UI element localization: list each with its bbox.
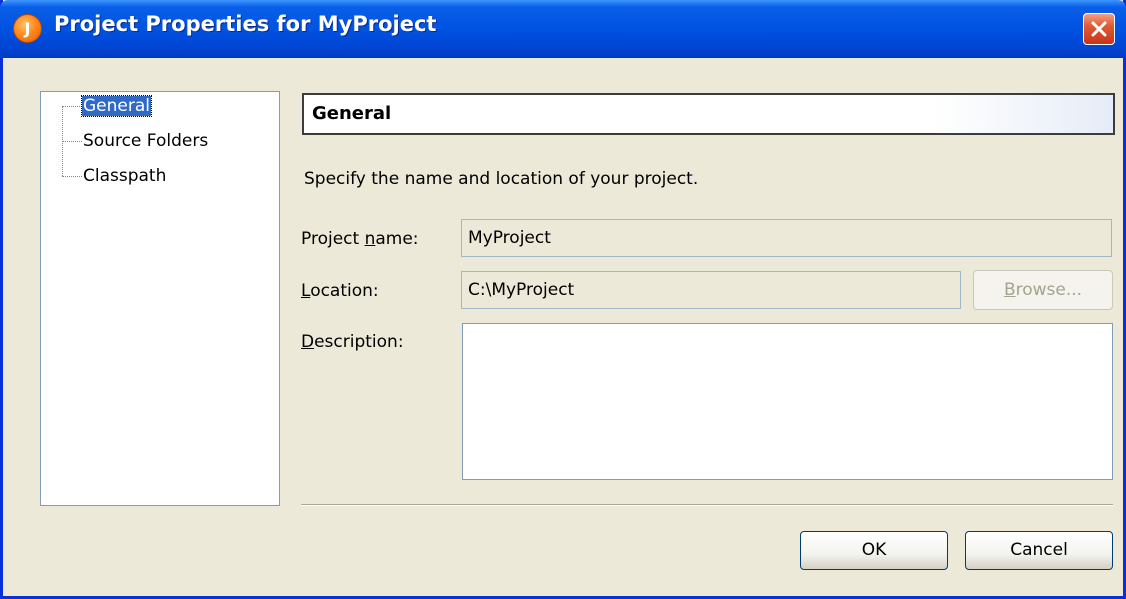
tree-item-label: Source Folders [83,131,209,151]
tree-connector [62,176,82,177]
description-textarea[interactable] [462,323,1113,480]
tree-item-classpath[interactable]: Classpath [83,165,166,189]
tree-item-general[interactable]: General [81,95,152,119]
close-button[interactable] [1083,13,1115,45]
location-label: Location: [301,281,379,301]
ok-button[interactable]: OK [800,531,948,570]
project-name-label: Project name: [301,229,419,249]
java-app-icon: J [13,14,42,43]
window-title: Project Properties for MyProject [54,12,437,36]
tree-item-source-folders[interactable]: Source Folders [83,130,208,154]
title-bar[interactable]: J Project Properties for MyProject [0,0,1126,58]
panel-description: Specify the name and location of your pr… [304,169,699,189]
tree-item-label: General [81,95,152,117]
project-properties-dialog: J Project Properties for MyProject Gener… [0,0,1126,599]
category-tree[interactable]: General Source Folders Classpath [40,91,280,506]
tree-item-label: Classpath [83,166,167,186]
panel-header: General [302,93,1115,135]
description-label: Description: [301,332,404,352]
panel-title: General [312,103,392,124]
tree-connector [62,141,82,142]
separator [301,504,1113,506]
project-name-field[interactable]: MyProject [461,219,1112,257]
location-field[interactable]: C:\MyProject [461,271,961,309]
browse-button[interactable]: Browse... [973,270,1113,310]
cancel-button[interactable]: Cancel [965,531,1113,570]
tree-connector [62,106,82,107]
